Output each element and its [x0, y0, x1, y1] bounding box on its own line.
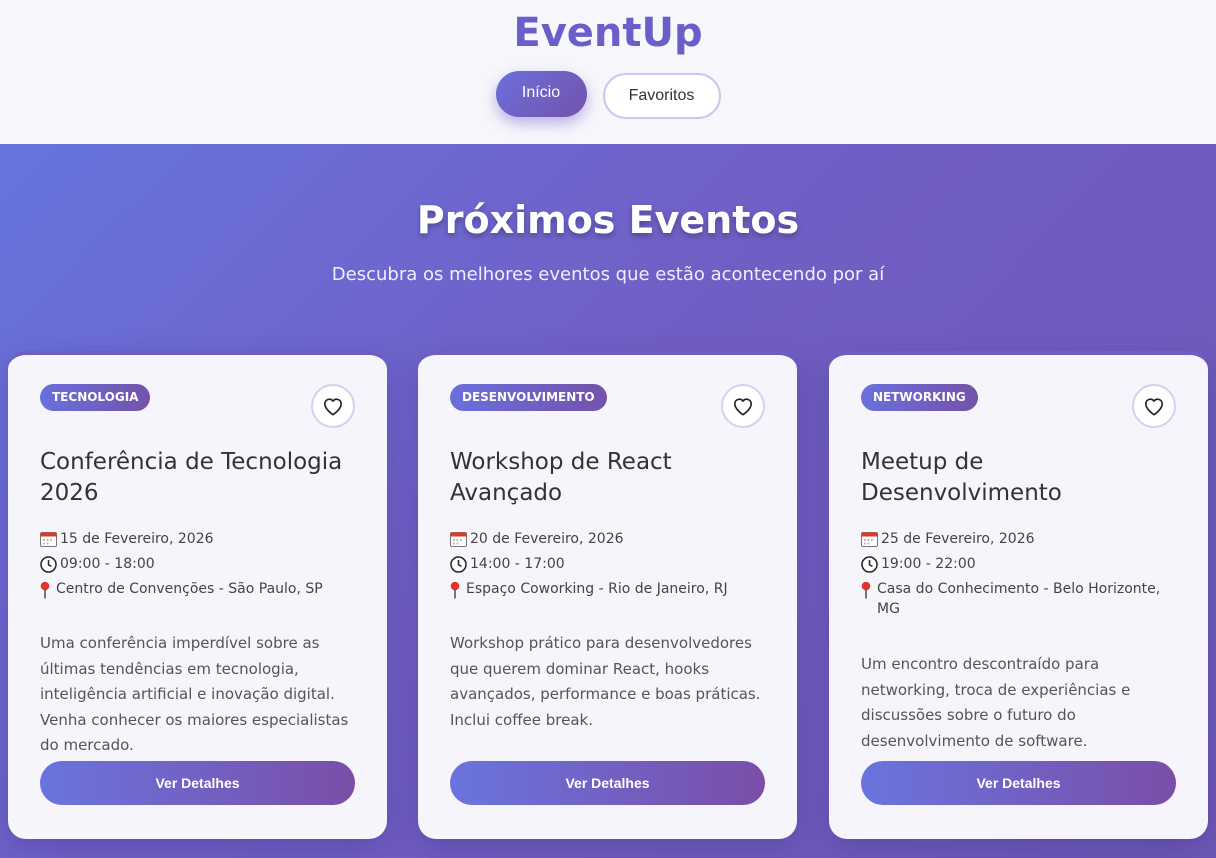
details-button[interactable]: Ver Detalhes: [450, 761, 765, 805]
pin-icon: [40, 581, 56, 599]
event-title: Workshop de React Avançado: [450, 449, 672, 506]
event-location-row: Centro de Convenções - São Paulo, SP: [40, 577, 359, 602]
favorite-button[interactable]: [1132, 384, 1176, 428]
event-time: 14:00 - 17:00: [470, 556, 565, 572]
event-date-row: 25 de Fevereiro, 2026: [861, 527, 1180, 552]
clock-icon: [40, 556, 60, 573]
event-title: Meetup de Desenvolvimento: [861, 449, 1062, 506]
event-time-row: 14:00 - 17:00: [450, 552, 769, 577]
event-time-row: 19:00 - 22:00: [861, 552, 1180, 577]
event-location-row: Casa do Conhecimento - Belo Horizonte, M…: [861, 577, 1180, 622]
event-location: Espaço Coworking - Rio de Janeiro, RJ: [466, 581, 728, 597]
category-badge: Desenvolvimento: [450, 384, 607, 411]
pin-icon: [861, 581, 877, 599]
event-date-row: 20 de Fevereiro, 2026: [450, 527, 769, 552]
event-date: 20 de Fevereiro, 2026: [470, 531, 624, 547]
heart-icon: [1145, 398, 1163, 416]
event-card: Tecnologia Conferência de Tecnologia 202…: [8, 351, 387, 839]
event-time: 09:00 - 18:00: [60, 556, 155, 572]
event-card: Networking Meetup de Desenvolvimento 25 …: [829, 351, 1208, 839]
nav-favorites-button[interactable]: Favoritos: [602, 73, 721, 119]
category-badge: Tecnologia: [40, 384, 151, 411]
details-button[interactable]: Ver Detalhes: [40, 761, 355, 805]
event-time-row: 09:00 - 18:00: [40, 552, 359, 577]
pin-icon: [450, 581, 466, 599]
nav-home-button[interactable]: Início: [495, 71, 587, 117]
site-header: EventUp Início Favoritos: [0, 0, 1216, 144]
events-section: Próximos Eventos Descubra os melhores ev…: [0, 144, 1216, 858]
event-card: Desenvolvimento Workshop de React Avança…: [418, 351, 797, 839]
favorite-button[interactable]: [721, 384, 765, 428]
event-meta: 20 de Fevereiro, 2026 14:00 - 17:00 Espa…: [450, 527, 769, 602]
calendar-icon: [861, 531, 881, 547]
heart-icon: [734, 398, 753, 416]
event-date: 15 de Fevereiro, 2026: [60, 531, 214, 547]
clock-icon: [861, 556, 881, 573]
category-badge: Networking: [861, 384, 978, 411]
main-nav: Início Favoritos: [0, 71, 1216, 119]
event-location: Centro de Convenções - São Paulo, SP: [56, 581, 323, 597]
event-location-row: Espaço Coworking - Rio de Janeiro, RJ: [450, 577, 769, 602]
event-location: Casa do Conhecimento - Belo Horizonte, M…: [877, 581, 1161, 617]
event-time: 19:00 - 22:00: [881, 556, 976, 572]
event-meta: 25 de Fevereiro, 2026 19:00 - 22:00 Casa…: [861, 527, 1180, 622]
event-date: 25 de Fevereiro, 2026: [881, 531, 1035, 547]
calendar-icon: [40, 531, 60, 547]
event-title: Conferência de Tecnologia 2026: [40, 449, 343, 506]
event-description: Um encontro descontraído para networking…: [861, 655, 1131, 750]
event-description: Workshop prático para desenvolvedores qu…: [450, 634, 761, 729]
event-date-row: 15 de Fevereiro, 2026: [40, 527, 359, 552]
page-subtitle: Descubra os melhores eventos que estão a…: [331, 264, 885, 285]
calendar-icon: [450, 531, 470, 547]
heart-icon: [324, 398, 342, 416]
brand-logo[interactable]: EventUp: [0, 10, 1216, 56]
event-meta: 15 de Fevereiro, 2026 09:00 - 18:00 Cent…: [40, 527, 359, 602]
clock-icon: [450, 556, 470, 573]
page-title: Próximos Eventos: [416, 198, 800, 242]
event-description: Uma conferência imperdível sobre as últi…: [40, 634, 349, 754]
details-button[interactable]: Ver Detalhes: [861, 761, 1176, 805]
favorite-button[interactable]: [311, 384, 355, 428]
